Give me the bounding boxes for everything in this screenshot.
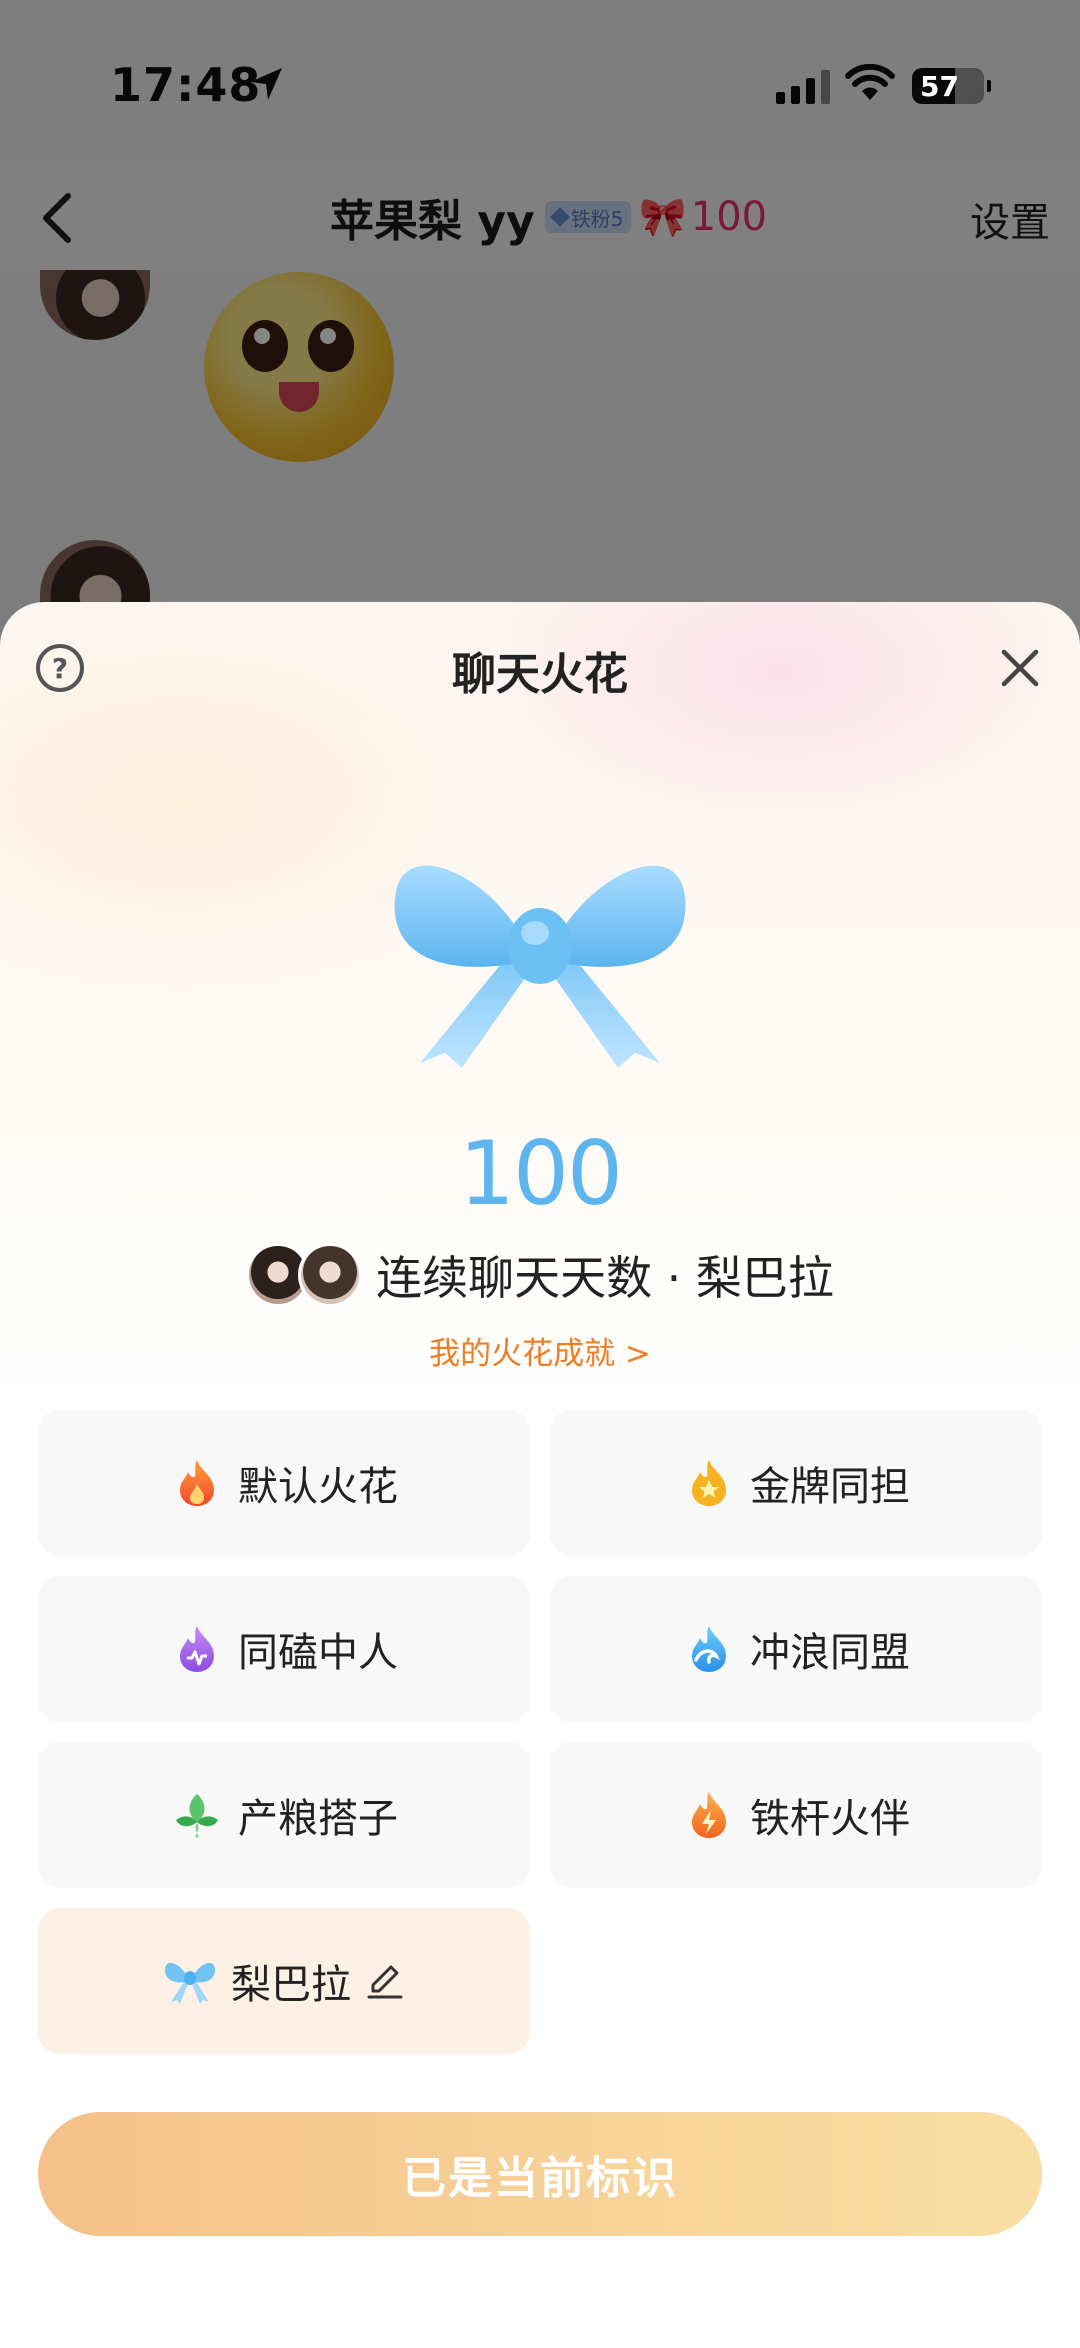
option-label: 冲浪同盟 (750, 1630, 910, 1676)
battery-level: 57 (920, 69, 959, 103)
spark-achievement-link[interactable]: 我的火花成就 > (0, 1328, 1080, 1373)
chat-spark-sheet: ? 聊天火花 100 连续聊天天数 · 梨巴拉 我的火花成就 > 默认火花 金牌… (0, 602, 1080, 2348)
close-icon[interactable] (998, 646, 1042, 690)
option-label: 同磕中人 (238, 1630, 398, 1676)
option-default-spark[interactable]: 默认火花 (38, 1410, 530, 1556)
purple-flame-icon (180, 1626, 214, 1672)
streak-text: 连续聊天天数 · 梨巴拉 (376, 1251, 834, 1305)
spark-number: 100 (459, 1122, 623, 1225)
option-label: 金牌同担 (750, 1464, 910, 1510)
modal-overlay[interactable] (0, 0, 1080, 620)
option-gold-fan[interactable]: 金牌同担 (550, 1410, 1042, 1556)
option-same-ship[interactable]: 同磕中人 (38, 1576, 530, 1722)
option-surf-alliance[interactable]: 冲浪同盟 (550, 1576, 1042, 1722)
blue-bow-icon (165, 1962, 215, 2004)
option-custom-spark-selected[interactable]: 梨巴拉 (38, 1908, 530, 2054)
option-label: 梨巴拉 (231, 1962, 351, 2008)
avatar (298, 1243, 363, 1307)
pair-avatars (246, 1243, 364, 1307)
flame-orange-icon (180, 1460, 214, 1506)
gold-star-icon (692, 1460, 726, 1506)
sheet-title: 聊天火花 (452, 649, 628, 700)
option-content-buddy[interactable]: 产粮搭子 (38, 1742, 530, 1888)
option-label: 产粮搭子 (238, 1796, 398, 1842)
edit-pencil-icon[interactable] (365, 1961, 405, 2001)
option-diehard-partner[interactable]: 铁杆火伴 (550, 1742, 1042, 1888)
green-leaf-icon (176, 1794, 218, 1838)
blue-bow-icon (394, 865, 686, 1068)
option-label: 默认火花 (238, 1464, 398, 1510)
wave-icon (692, 1626, 726, 1672)
option-label: 铁杆火伴 (750, 1796, 910, 1842)
streak-row: 连续聊天天数 · 梨巴拉 (0, 1242, 1080, 1308)
lightning-flame-icon (692, 1792, 726, 1838)
set-current-badge-button[interactable]: 已是当前标识 (38, 2112, 1042, 2236)
